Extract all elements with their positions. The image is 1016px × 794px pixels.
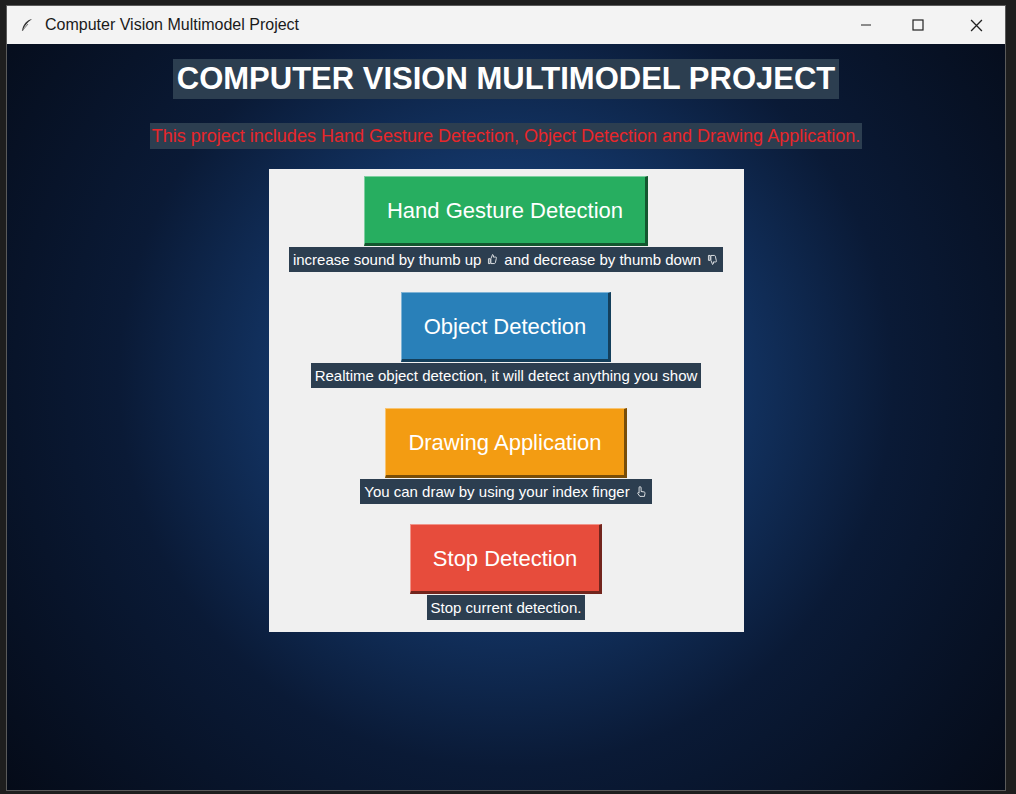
minimize-icon bbox=[860, 19, 872, 31]
button-label: Stop Detection bbox=[433, 542, 577, 575]
button-description: You can draw by using your index finger bbox=[360, 479, 651, 504]
button-description: Realtime object detection, it will detec… bbox=[311, 363, 702, 388]
button-panel: Hand Gesture Detection increase sound by … bbox=[269, 169, 744, 632]
description-text: You can draw by using your index finger bbox=[364, 481, 629, 502]
description-text: and decrease by thumb down bbox=[504, 249, 701, 270]
action-button[interactable]: Object Detection bbox=[401, 292, 612, 362]
button-label: Drawing Application bbox=[408, 426, 601, 459]
maximize-icon bbox=[912, 19, 924, 31]
button-label: Object Detection bbox=[424, 310, 587, 343]
maximize-button[interactable] bbox=[889, 6, 947, 44]
button-label: Hand Gesture Detection bbox=[387, 194, 623, 227]
close-button[interactable] bbox=[947, 6, 1005, 44]
minimize-button[interactable] bbox=[843, 6, 889, 44]
action-button[interactable]: Hand Gesture Detection bbox=[364, 176, 648, 246]
title-bar: Computer Vision Multimodel Project bbox=[7, 6, 1005, 44]
button-description: Stop current detection. bbox=[427, 595, 586, 620]
action-button[interactable]: Stop Detection bbox=[410, 524, 602, 594]
thumbs-up-icon bbox=[486, 253, 499, 266]
window-title: Computer Vision Multimodel Project bbox=[45, 13, 299, 37]
button-description: increase sound by thumb up and decrease b… bbox=[289, 247, 723, 272]
action-button[interactable]: Drawing Application bbox=[385, 408, 626, 478]
heading: COMPUTER VISION MULTIMODEL PROJECT bbox=[173, 59, 840, 99]
feather-icon bbox=[19, 17, 35, 33]
description-text: increase sound by thumb up bbox=[293, 249, 481, 270]
description-text: Stop current detection. bbox=[431, 597, 582, 618]
description-text: Realtime object detection, it will detec… bbox=[315, 365, 698, 386]
background-image: COMPUTER VISION MULTIMODEL PROJECT This … bbox=[7, 44, 1005, 790]
app-window: Computer Vision Multimodel Project COMPU… bbox=[6, 5, 1006, 791]
thumbs-down-icon bbox=[706, 253, 719, 266]
close-icon bbox=[970, 19, 983, 32]
pointing-hand-icon bbox=[635, 485, 648, 498]
subtitle: This project includes Hand Gesture Detec… bbox=[150, 123, 862, 149]
